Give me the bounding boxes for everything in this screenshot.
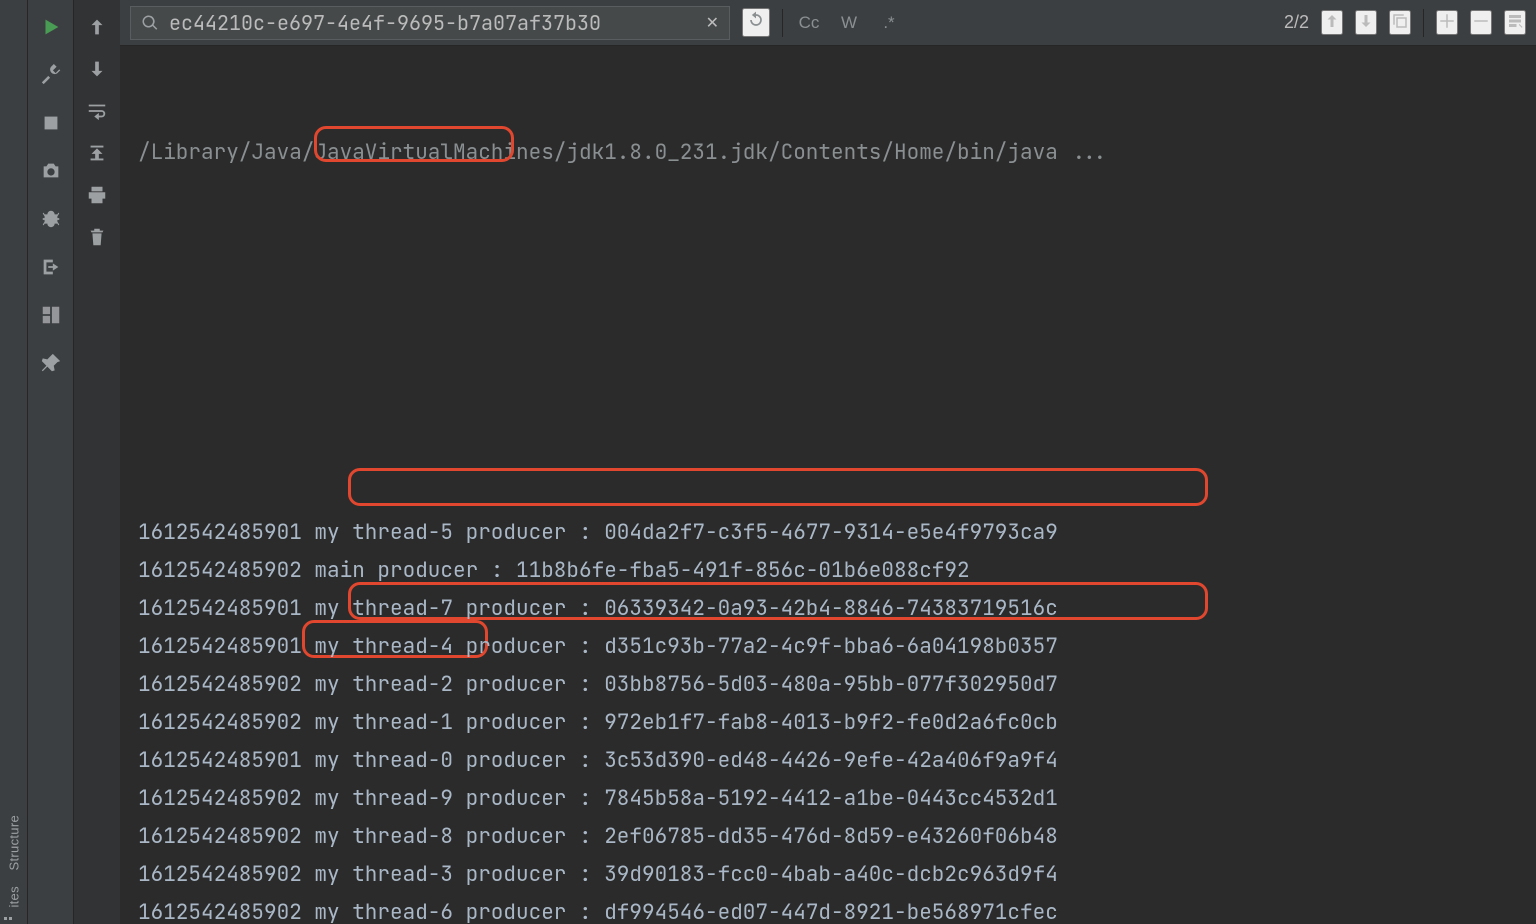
find-input-box[interactable]: ec44210c-e697-4e4f-9695-b7a07af37b30 ✕ <box>130 6 730 40</box>
scroll-to-end-icon <box>86 142 108 164</box>
scroll-up-button[interactable] <box>86 16 108 38</box>
scroll-to-end-button[interactable] <box>86 142 108 164</box>
add-selection-icon <box>1438 12 1456 30</box>
run-button[interactable] <box>40 16 62 38</box>
bug-icon <box>40 208 62 230</box>
console-action-gutter <box>74 0 120 924</box>
soft-wrap-button[interactable] <box>86 100 108 122</box>
edge-toolwindow-strip[interactable]: ites Structure <box>0 0 28 924</box>
search-icon <box>141 14 159 32</box>
match-case-toggle[interactable]: Cc <box>795 13 823 33</box>
console-line: 1612542485901 my thread-4 producer : d35… <box>138 628 1536 666</box>
toolwindow-dots-icon <box>4 917 12 920</box>
stop-button[interactable] <box>40 112 62 134</box>
arrow-up-icon <box>1323 12 1341 30</box>
java-command-line: /Library/Java/JavaVirtualMachines/jdk1.8… <box>138 134 1536 172</box>
run-action-gutter <box>28 0 74 924</box>
divider <box>1423 9 1424 37</box>
divider <box>782 9 783 37</box>
prev-match-button[interactable] <box>1321 10 1343 35</box>
arrow-up-icon <box>86 16 108 38</box>
console-panel: ec44210c-e697-4e4f-9695-b7a07af37b30 ✕ C… <box>120 0 1536 924</box>
console-line: 1612542485902 main producer : 11b8b6fe-f… <box>138 552 1536 590</box>
pin-button[interactable] <box>40 352 62 374</box>
find-query-text[interactable]: ec44210c-e697-4e4f-9695-b7a07af37b30 <box>169 10 696 36</box>
match-count: 2/2 <box>1284 12 1309 33</box>
arrow-down-icon <box>86 58 108 80</box>
arrow-down-icon <box>1357 12 1375 30</box>
layout-button[interactable] <box>40 304 62 326</box>
play-icon <box>40 16 62 38</box>
exit-button[interactable] <box>40 256 62 278</box>
remove-selection-icon <box>1472 12 1490 30</box>
console-line: 1612542485901 my thread-5 producer : 004… <box>138 514 1536 552</box>
dump-threads-button[interactable] <box>40 208 62 230</box>
regex-toggle[interactable]: .* <box>875 13 903 33</box>
select-occurrences-icon <box>1506 12 1524 30</box>
console-line: 1612542485901 my thread-0 producer : 3c5… <box>138 742 1536 780</box>
add-selection-button[interactable] <box>1436 10 1458 35</box>
print-button[interactable] <box>86 184 108 206</box>
layout-icon <box>40 304 62 326</box>
clear-search-icon[interactable]: ✕ <box>706 13 719 33</box>
next-match-button[interactable] <box>1355 10 1377 35</box>
wrench-icon <box>40 64 62 86</box>
console-line: 1612542485902 my thread-3 producer : 39d… <box>138 856 1536 894</box>
whole-word-toggle[interactable]: W <box>835 13 863 33</box>
exit-icon <box>40 256 62 278</box>
screenshot-button[interactable] <box>40 160 62 182</box>
console-line: 1612542485902 my thread-8 producer : 2ef… <box>138 818 1536 856</box>
annotation-box <box>348 468 1208 506</box>
console-output[interactable]: /Library/Java/JavaVirtualMachines/jdk1.8… <box>120 46 1536 924</box>
select-all-matches-button[interactable] <box>1389 10 1411 35</box>
rerun-search-button[interactable] <box>742 8 770 37</box>
console-line: 1612542485902 my thread-6 producer : df9… <box>138 894 1536 924</box>
clear-button[interactable] <box>86 226 108 248</box>
console-line: 1612542485901 my thread-7 producer : 063… <box>138 590 1536 628</box>
rerun-icon <box>746 10 766 30</box>
select-all-occurrences-button[interactable] <box>1504 10 1526 35</box>
find-bar: ec44210c-e697-4e4f-9695-b7a07af37b30 ✕ C… <box>120 0 1536 46</box>
pin-icon <box>40 352 62 374</box>
print-icon <box>86 184 108 206</box>
console-line: 1612542485902 my thread-9 producer : 784… <box>138 780 1536 818</box>
remove-selection-button[interactable] <box>1470 10 1492 35</box>
console-line: 1612542485902 my thread-1 producer : 972… <box>138 704 1536 742</box>
structure-tab-label[interactable]: ites Structure <box>6 815 21 908</box>
scroll-down-button[interactable] <box>86 58 108 80</box>
soft-wrap-icon <box>86 100 108 122</box>
settings-button[interactable] <box>40 64 62 86</box>
trash-icon <box>86 226 108 248</box>
select-all-icon <box>1391 12 1409 30</box>
console-line: 1612542485902 my thread-2 producer : 03b… <box>138 666 1536 704</box>
stop-icon <box>40 112 62 134</box>
camera-icon <box>40 160 62 182</box>
